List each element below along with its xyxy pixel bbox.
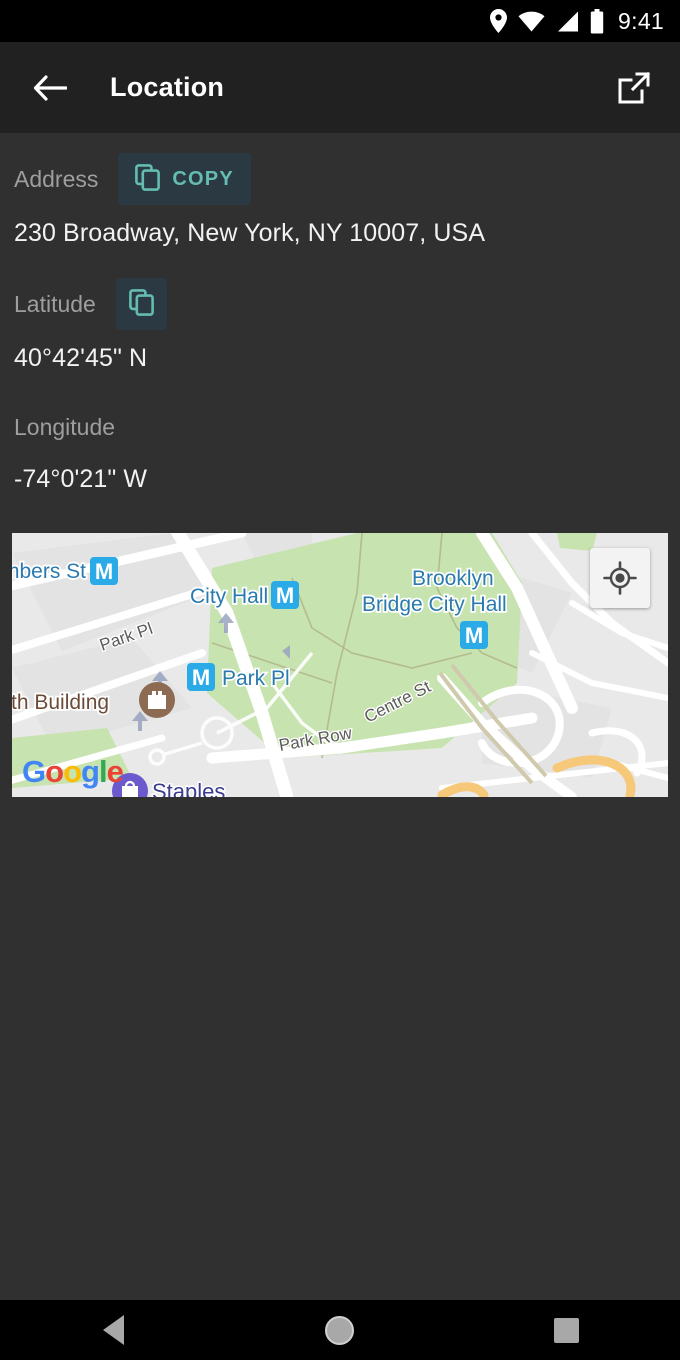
longitude-value: -74°0'21" W xyxy=(14,465,148,493)
battery-icon xyxy=(590,8,604,34)
system-nav-bar xyxy=(0,1300,680,1360)
address-label: Address xyxy=(14,165,99,192)
nav-recents-button[interactable] xyxy=(527,1300,607,1360)
page-title: Location xyxy=(110,72,225,102)
phone-screen: 9:41 Location Address COPY 230 Broadway,… xyxy=(0,0,680,1360)
status-bar: 9:41 xyxy=(0,0,680,42)
map-label-staples: Staples xyxy=(152,779,225,797)
arrow-back-icon xyxy=(33,74,67,101)
longitude-header: Longitude xyxy=(14,403,666,451)
nav-back-button[interactable] xyxy=(73,1300,153,1360)
landmark-icon-woolworth xyxy=(139,682,175,718)
open-in-new-icon xyxy=(618,71,651,103)
status-bar-clock: 9:41 xyxy=(618,7,664,34)
address-header: Address COPY xyxy=(14,153,666,205)
cellular-signal-icon xyxy=(556,11,579,32)
wifi-icon xyxy=(518,11,545,32)
svg-text:M: M xyxy=(95,559,113,584)
google-logo: Google xyxy=(22,754,124,789)
field-address: Address COPY 230 Broadway, New York, NY … xyxy=(0,133,680,248)
content-area: Address COPY 230 Broadway, New York, NY … xyxy=(0,133,680,1300)
map-label-woolworth: rth Building xyxy=(12,691,109,714)
map-label-brooklyn-bridge-2: Bridge City Hall xyxy=(362,593,507,616)
longitude-label: Longitude xyxy=(14,413,116,440)
latitude-header: Latitude xyxy=(14,278,666,330)
address-value: 230 Broadway, New York, NY 10007, USA xyxy=(14,219,486,247)
copy-address-label: COPY xyxy=(172,167,234,190)
map-label-brooklyn-bridge-1: Brooklyn xyxy=(412,567,494,590)
field-latitude: Latitude 40°42'45" N xyxy=(0,248,680,373)
svg-text:M: M xyxy=(465,623,483,648)
map-label-chambers-st: mbers St xyxy=(12,560,86,583)
svg-text:M: M xyxy=(192,665,210,690)
back-button[interactable] xyxy=(22,60,78,116)
nav-recents-icon xyxy=(554,1317,580,1343)
map-preview[interactable]: mbers St M City Hall M Brooklyn Bridge C… xyxy=(12,533,668,797)
field-longitude: Longitude -74°0'21" W xyxy=(0,373,680,494)
copy-icon xyxy=(135,164,161,194)
map-label-city-hall: City Hall xyxy=(190,585,268,608)
nav-back-icon xyxy=(102,1315,124,1345)
map-label-park-pl-poi: Park Pl xyxy=(222,667,290,690)
latitude-label: Latitude xyxy=(14,290,96,317)
open-in-new-button[interactable] xyxy=(606,60,662,116)
location-pin-icon xyxy=(490,9,508,33)
svg-text:M: M xyxy=(276,583,294,608)
copy-icon xyxy=(128,289,154,319)
nav-home-button[interactable] xyxy=(300,1300,380,1360)
copy-latitude-button[interactable] xyxy=(115,278,167,330)
nav-home-icon xyxy=(325,1315,355,1345)
latitude-value: 40°42'45" N xyxy=(14,344,148,372)
copy-address-button[interactable]: COPY xyxy=(118,153,251,205)
app-bar: Location xyxy=(0,42,680,133)
my-location-button[interactable] xyxy=(590,548,650,608)
my-location-icon xyxy=(603,561,637,595)
